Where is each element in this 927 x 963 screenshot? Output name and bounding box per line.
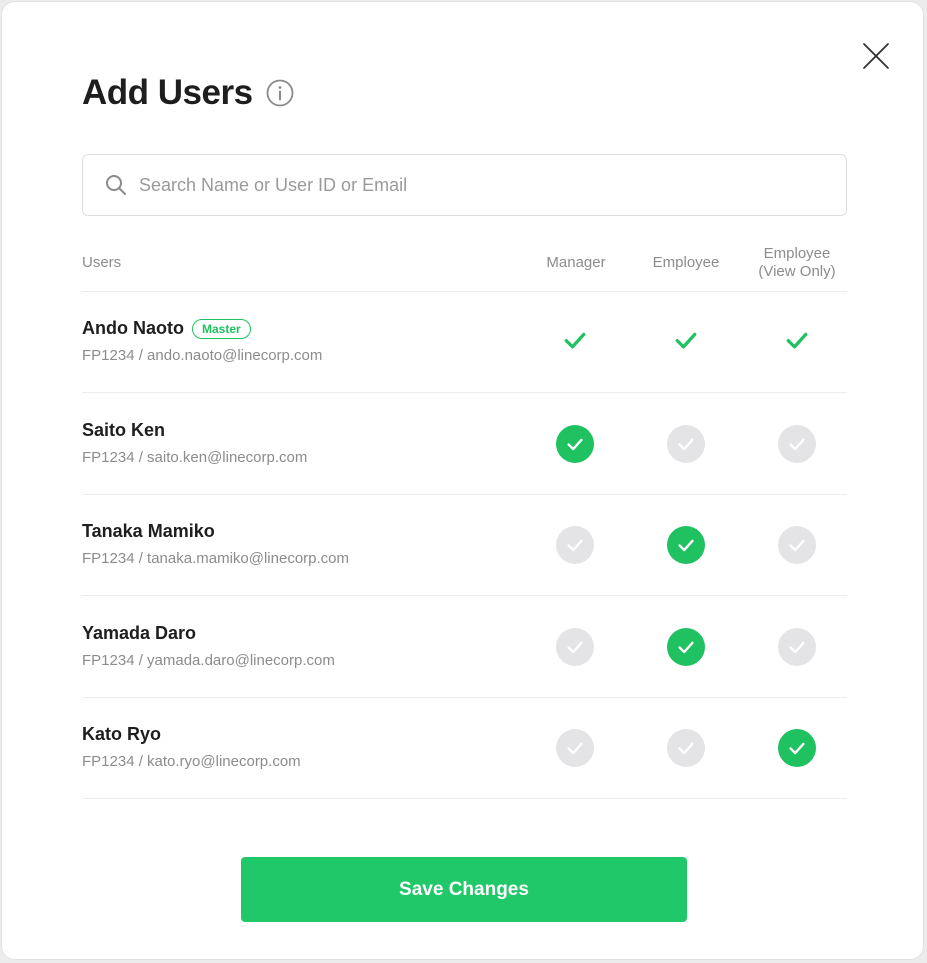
check-circle-icon xyxy=(778,627,816,666)
check-circle-icon xyxy=(667,627,705,666)
check-circle-icon xyxy=(667,526,705,565)
user-id-email: FP1234 / yamada.daro@linecorp.com xyxy=(82,651,335,669)
search-input[interactable] xyxy=(137,164,846,206)
user-name-line: Yamada Daro xyxy=(82,623,196,644)
user-name: Yamada Daro xyxy=(82,622,197,643)
check-icon xyxy=(671,325,701,360)
role-checkbox-manager[interactable] xyxy=(556,424,594,463)
table-row: Tanaka Mamiko FP1234 / tanaka.mamiko@line… xyxy=(82,495,847,597)
user-name-line: Saito Ken xyxy=(82,420,165,441)
column-header-employee-view-only: Employee (View Only) xyxy=(758,245,836,280)
role-checkbox-employee-view-only[interactable] xyxy=(778,729,816,768)
role-checkbox-manager[interactable] xyxy=(556,627,594,666)
table-row: Kato Ryo FP1234 / kato.ryo@linecorp.com xyxy=(82,698,847,800)
user-name: Kato Ryo xyxy=(82,724,162,745)
role-checkbox-employee[interactable] xyxy=(667,526,705,565)
check-icon xyxy=(560,325,590,360)
check-circle-icon xyxy=(667,424,705,463)
search-icon xyxy=(106,175,126,195)
role-checkbox-manager xyxy=(556,323,594,361)
table-row: Yamada Daro FP1234 / yamada.daro@linecorp… xyxy=(82,597,847,698)
check-circle-icon xyxy=(667,729,705,768)
check-circle-icon xyxy=(556,729,594,768)
user-name-line: Kato Ryo xyxy=(82,724,161,745)
role-checkbox-employee-view-only[interactable] xyxy=(778,526,816,565)
role-checkbox-employee[interactable] xyxy=(667,627,705,666)
check-icon xyxy=(782,325,812,360)
user-id-email: FP1234 / kato.ryo@linecorp.com xyxy=(82,753,301,771)
role-checkbox-employee xyxy=(667,323,705,361)
user-name-line: Tanaka Mamiko xyxy=(82,521,215,542)
role-checkbox-employee-view-only[interactable] xyxy=(778,424,816,463)
check-circle-icon xyxy=(556,627,594,666)
table-row: Ando Naoto Master FP1234 / ando.naoto@line… xyxy=(82,292,847,393)
check-circle-icon xyxy=(778,526,816,565)
role-checkbox-employee[interactable] xyxy=(667,424,705,463)
user-id-email: FP1234 / ando.naoto@linecorp.com xyxy=(82,347,323,364)
column-header-manager: Manager xyxy=(546,254,606,271)
user-name: Tanaka Mamiko xyxy=(82,521,215,542)
table-row: Saito Ken FP1234 / saito.ken@linecorp.com xyxy=(82,394,847,495)
list-fade xyxy=(82,802,847,862)
role-checkbox-employee-view-only[interactable] xyxy=(778,627,816,666)
title-row: Add Users xyxy=(82,72,295,114)
column-header-employee: Employee xyxy=(652,254,720,271)
user-name: Ando Naoto xyxy=(82,318,184,338)
add-users-dialog: Add Users Users Manager Employee Employe… xyxy=(1,1,924,960)
search-box xyxy=(82,154,847,216)
check-circle-icon xyxy=(556,424,594,463)
user-name: Saito Ken xyxy=(82,419,166,440)
check-circle-icon xyxy=(778,729,816,768)
save-changes-button[interactable]: Save Changes xyxy=(241,857,687,922)
check-circle-icon xyxy=(556,526,594,565)
role-checkbox-employee-view-only xyxy=(778,323,816,361)
master-badge: Master xyxy=(191,318,251,339)
role-checkbox-manager[interactable] xyxy=(556,526,594,565)
role-checkbox-employee[interactable] xyxy=(667,729,705,768)
close-icon xyxy=(863,43,889,69)
info-icon[interactable] xyxy=(265,78,295,108)
user-id-email: FP1234 / saito.ken@linecorp.com xyxy=(82,448,308,466)
user-name-line: Ando Naoto Master xyxy=(82,318,251,339)
dialog-title: Add Users xyxy=(82,73,253,112)
role-checkbox-manager[interactable] xyxy=(556,729,594,768)
column-header-users: Users xyxy=(82,254,122,271)
close-button[interactable] xyxy=(860,40,892,72)
user-id-email: FP1234 / tanaka.mamiko@linecorp.com xyxy=(82,550,350,568)
check-circle-icon xyxy=(778,424,816,463)
